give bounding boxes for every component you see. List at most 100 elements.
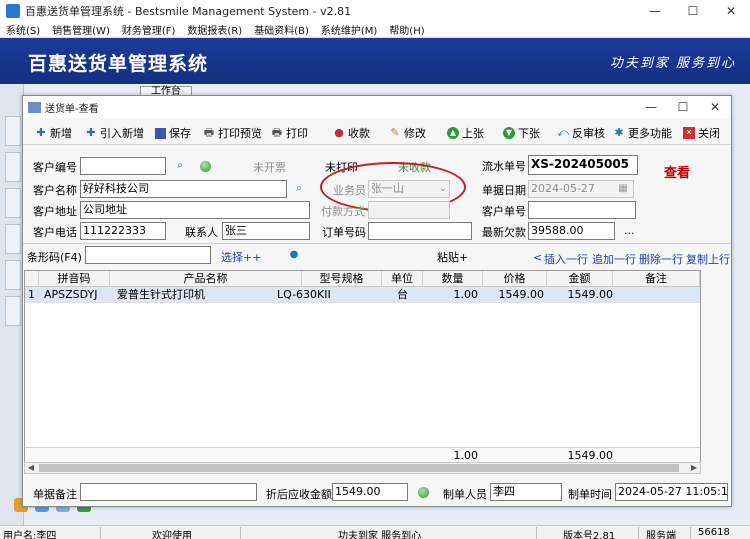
discount-amount-label: 折后应收金额 xyxy=(266,488,332,501)
print-preview-icon: 🖶 xyxy=(203,126,215,139)
serial-no-field: XS-202405005 xyxy=(528,155,638,175)
next-label: 下张 xyxy=(518,127,540,140)
system-name: 百惠送货单管理系统 xyxy=(28,53,209,75)
print-button[interactable]: 🖶 打印 xyxy=(271,125,308,141)
left-nav-button[interactable] xyxy=(5,260,21,290)
menu-finance[interactable]: 财务管理(F) xyxy=(116,22,182,37)
address-input[interactable]: 公司地址 xyxy=(80,201,310,219)
more-functions-label: 更多功能 xyxy=(628,127,672,140)
dialog-close-button[interactable]: ✕ xyxy=(699,96,731,118)
table-row[interactable]: 1 APSZSDYJ 爱普生针式打印机 LQ-630KII 台 1.00 154… xyxy=(25,287,700,303)
header-amount[interactable]: 金额 xyxy=(547,271,613,287)
cell-qty[interactable]: 1.00 xyxy=(423,287,479,303)
close-dialog-button[interactable]: ✕ 关闭 xyxy=(683,125,720,141)
order-no-input[interactable] xyxy=(368,222,472,240)
make-time-label: 制单时间 xyxy=(568,488,612,501)
new-button[interactable]: ✚ 新增 xyxy=(35,125,72,141)
print-label: 打印 xyxy=(286,127,308,140)
search-icon[interactable]: ⌕ xyxy=(293,183,305,195)
edit-button[interactable]: ✎ 修改 xyxy=(389,125,426,141)
calendar-icon[interactable]: ▦ xyxy=(617,183,629,195)
barcode-label: 条形码(F4) xyxy=(27,251,82,264)
customer-name-input[interactable]: 好好科技公司 xyxy=(80,180,287,198)
maximize-button[interactable]: ☐ xyxy=(674,0,712,21)
serial-no-label: 流水单号 xyxy=(482,160,526,173)
invoice-status: 未开票 xyxy=(253,161,286,174)
header-pinyin[interactable]: 拼音码 xyxy=(39,271,110,287)
cell-remark[interactable] xyxy=(613,287,700,303)
dialog-minimize-button[interactable]: — xyxy=(635,96,667,118)
header-qty[interactable]: 数量 xyxy=(423,271,483,287)
app-icon xyxy=(6,3,20,18)
import-new-label: 引入新增 xyxy=(100,127,144,140)
mode-indicator: 查看 xyxy=(664,166,691,181)
phone-label: 客户电话 xyxy=(33,226,77,239)
minimize-button[interactable]: — xyxy=(636,0,674,21)
pay-method-select[interactable] xyxy=(368,201,450,219)
left-nav-button[interactable] xyxy=(5,152,21,182)
import-new-button[interactable]: ✚ 引入新增 xyxy=(85,125,144,141)
close-button[interactable]: ✕ xyxy=(712,0,750,21)
menu-reports[interactable]: 数据报表(R) xyxy=(181,22,248,37)
insert-row-link[interactable]: 插入一行 xyxy=(544,251,588,267)
cell-product-name[interactable]: 爱普生针式打印机 xyxy=(117,287,302,303)
menu-sales[interactable]: 销售管理(W) xyxy=(46,22,116,37)
debt-details-button[interactable]: ... xyxy=(624,224,635,237)
new-label: 新增 xyxy=(50,127,72,140)
header-unit[interactable]: 单位 xyxy=(382,271,423,287)
barcode-input[interactable] xyxy=(85,246,211,264)
save-button[interactable]: 保存 xyxy=(155,125,191,141)
delete-row-link[interactable]: 删除一行 xyxy=(639,251,683,267)
cell-price[interactable]: 1549.00 xyxy=(483,287,545,303)
cell-pinyin[interactable]: APSZSDYJ xyxy=(44,287,110,303)
header-product-name[interactable]: 产品名称 xyxy=(110,271,302,287)
contact-input[interactable]: 张三 xyxy=(222,222,310,240)
make-time-field: 2024-05-27 11:05:17 xyxy=(615,483,728,501)
left-nav-button[interactable] xyxy=(5,188,21,218)
collect-payment-button[interactable]: ● 收款 xyxy=(333,125,370,141)
exit-icon: ✕ xyxy=(683,127,695,139)
cell-amount[interactable]: 1549.00 xyxy=(547,287,614,303)
more-functions-button[interactable]: ✱ 更多功能 xyxy=(613,125,672,141)
maker-field: 李四 xyxy=(490,483,562,501)
left-nav-button[interactable] xyxy=(5,296,21,326)
cell-model[interactable]: LQ-630KII xyxy=(277,287,377,303)
horizontal-scrollbar[interactable]: ◀ ▶ xyxy=(24,462,701,474)
phone-input[interactable]: 111222333 xyxy=(80,222,166,240)
scroll-left-icon[interactable]: ◀ xyxy=(25,463,37,473)
menu-help[interactable]: 帮助(H) xyxy=(383,22,430,37)
print-preview-button[interactable]: 🖶 打印预览 xyxy=(203,125,262,141)
pay-method-label: 付款方式 xyxy=(321,205,365,218)
customer-order-input[interactable] xyxy=(528,201,636,219)
previous-button[interactable]: ▲ 上张 xyxy=(447,125,484,141)
customer-code-input[interactable] xyxy=(80,157,166,175)
left-nav-button[interactable] xyxy=(5,224,21,254)
dialog-maximize-button[interactable]: ☐ xyxy=(667,96,699,118)
header-price[interactable]: 价格 xyxy=(483,271,547,287)
append-row-link[interactable]: 追加一行 xyxy=(592,251,636,267)
remark-input[interactable] xyxy=(80,483,257,501)
row-index: 1 xyxy=(28,288,35,301)
unapprove-button[interactable]: ⤺ 反审核 xyxy=(557,125,605,141)
customer-name-label: 客户名称 xyxy=(33,184,77,197)
menu-system[interactable]: 系统(S) xyxy=(0,22,46,37)
header-model[interactable]: 型号规格 xyxy=(302,271,382,287)
app-banner: 百惠送货单管理系统 功夫到家 服务到心 xyxy=(0,38,750,84)
select-link[interactable]: 选择++ xyxy=(221,249,261,265)
menu-maintenance[interactable]: 系统维护(M) xyxy=(315,22,383,37)
paste-button[interactable]: 粘贴+ xyxy=(437,249,468,265)
left-nav-button[interactable] xyxy=(5,116,21,146)
header-remark[interactable]: 备注 xyxy=(613,271,700,287)
main-window-title: 百惠送货单管理系统 - Bestsmile Management System … xyxy=(25,4,352,18)
search-icon[interactable]: ⌕ xyxy=(174,160,186,172)
menu-basic-data[interactable]: 基础资料(B) xyxy=(248,22,315,37)
cell-unit[interactable]: 台 xyxy=(382,287,423,303)
next-button[interactable]: ▼ 下张 xyxy=(503,125,540,141)
dialog-titlebar: 送货单-查看 — ☐ ✕ xyxy=(23,96,731,118)
more-icon: ✱ xyxy=(614,126,624,139)
scroll-right-icon[interactable]: ▶ xyxy=(688,463,700,473)
scrollbar-thumb[interactable] xyxy=(39,464,679,472)
unapprove-label: 反审核 xyxy=(572,127,605,140)
copy-row-link[interactable]: 复制上行 xyxy=(686,251,730,267)
arrow-down-icon: ▼ xyxy=(503,127,515,139)
